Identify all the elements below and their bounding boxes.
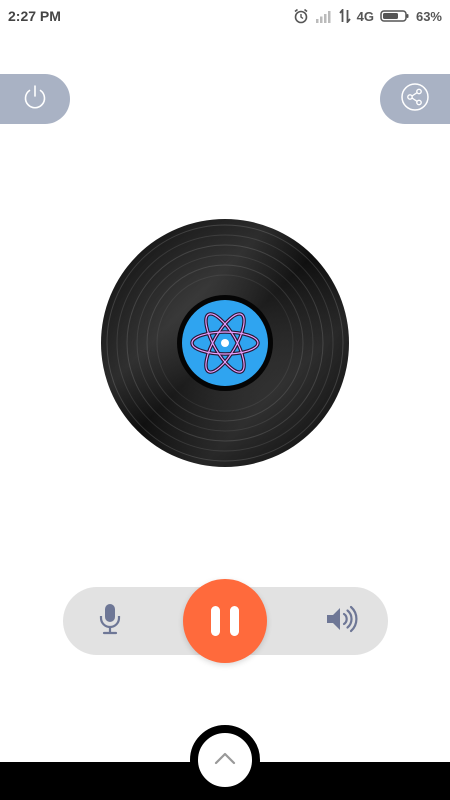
status-icons: 4G 63%	[293, 6, 442, 26]
status-bar: 2:27 PM 4G 63%	[0, 0, 450, 32]
share-button[interactable]	[380, 74, 450, 124]
data-transfer-icon	[338, 9, 351, 23]
speaker-button[interactable]	[324, 604, 358, 638]
network-type: 4G	[356, 8, 374, 24]
vinyl-record	[100, 218, 350, 468]
microphone-icon	[97, 602, 123, 641]
expand-button[interactable]	[190, 725, 260, 795]
battery-icon	[380, 9, 410, 23]
pause-icon	[206, 606, 244, 636]
alarm-icon	[293, 8, 309, 24]
signal-icon	[315, 9, 333, 23]
power-icon	[20, 82, 50, 117]
battery-percent: 63%	[415, 8, 442, 24]
speaker-icon	[324, 604, 358, 639]
share-icon	[400, 82, 430, 117]
microphone-button[interactable]	[93, 602, 127, 641]
pause-button[interactable]	[183, 579, 267, 663]
power-button[interactable]	[0, 74, 70, 124]
vinyl-record-icon	[101, 219, 349, 467]
chevron-up-icon	[213, 751, 237, 770]
status-time: 2:27 PM	[8, 8, 61, 24]
